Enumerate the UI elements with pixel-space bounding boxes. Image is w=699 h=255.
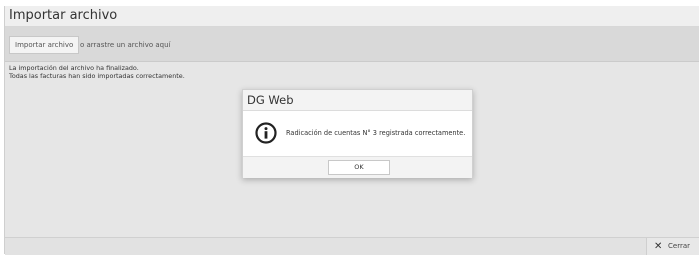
dialog-title: DG Web	[247, 93, 294, 107]
dialog-body: Radicación de cuentas N° 3 registrada co…	[243, 111, 472, 156]
close-icon: ✕	[654, 241, 663, 252]
ok-button[interactable]: OK	[328, 160, 390, 175]
window-title: Importar archivo	[9, 8, 118, 23]
import-log-line: Todas las facturas han sido importadas c…	[9, 71, 185, 80]
drop-zone-hint[interactable]: o arrastre un archivo aquí	[80, 41, 170, 49]
close-button-label: Cerrar	[668, 242, 690, 250]
import-log: La importación del archivo ha finalizado…	[9, 64, 185, 80]
upload-toolbar: Importar archivo o arrastre un archivo a…	[5, 27, 699, 62]
dialog-message: Radicación de cuentas N° 3 registrada co…	[286, 129, 466, 137]
window-footer: ✕ Cerrar	[5, 237, 699, 255]
dialog-footer: OK	[243, 156, 472, 178]
import-file-button[interactable]: Importar archivo	[9, 36, 80, 54]
close-button[interactable]: ✕ Cerrar	[646, 238, 699, 255]
window-title-bar: Importar archivo ⋮	[5, 6, 699, 27]
message-dialog: DG Web Radicación de cuentas N° 3 regist…	[242, 89, 473, 178]
info-icon	[255, 122, 277, 144]
